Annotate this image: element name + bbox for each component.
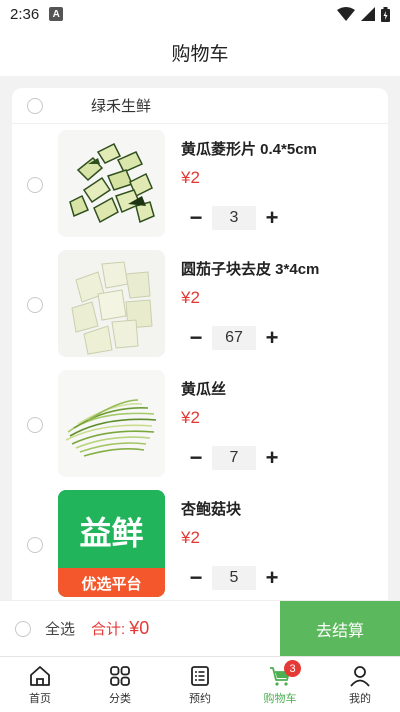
tab-label: 首页 — [29, 692, 51, 705]
increase-button[interactable]: + — [262, 205, 282, 230]
item-price: ¥2 — [181, 288, 200, 307]
bottom-tab-bar: 首页 分类 预约 购物车 3 我的 — [0, 656, 400, 712]
reservation-icon — [191, 665, 209, 686]
tab-home[interactable]: 首页 — [0, 657, 80, 712]
item-name: 圆茄子块去皮 3*4cm — [181, 261, 320, 278]
tab-label: 购物车 — [263, 692, 297, 705]
item-price: ¥2 — [181, 528, 200, 547]
quantity-stepper: − 7 + — [186, 445, 282, 470]
tab-label: 分类 — [109, 692, 131, 705]
notification-icon: A — [49, 7, 64, 21]
item-select-radio[interactable] — [27, 417, 43, 433]
item-name: 杏鲍菇块 — [181, 501, 242, 518]
page-title-bar: 购物车 — [0, 28, 400, 76]
quantity-value[interactable]: 67 — [212, 326, 256, 350]
product-image[interactable] — [58, 370, 165, 477]
quantity-stepper: − 5 + — [186, 565, 282, 590]
item-select-radio[interactable] — [27, 537, 43, 553]
eggplant-cubes-picture — [58, 250, 165, 357]
cucumber-slices-picture — [58, 130, 165, 237]
decrease-button[interactable]: − — [186, 445, 206, 470]
store-name: 绿禾生鲜 — [91, 98, 152, 115]
home-icon — [30, 665, 50, 686]
signal-icon — [361, 7, 375, 21]
tab-category[interactable]: 分类 — [80, 657, 160, 712]
item-name: 黄瓜丝 — [181, 381, 227, 398]
svg-text:优选平台: 优选平台 — [81, 575, 141, 593]
product-image[interactable]: 益鲜 优选平台 — [58, 490, 165, 597]
decrease-button[interactable]: − — [186, 325, 206, 350]
cart-item: 黄瓜丝 ¥2 − 7 + — [12, 368, 388, 478]
decrease-button[interactable]: − — [186, 565, 206, 590]
checkout-button[interactable]: 去结算 — [280, 601, 400, 657]
brand-logo: 益鲜 优选平台 — [58, 490, 165, 597]
quantity-value[interactable]: 3 — [212, 206, 256, 230]
select-all-label[interactable]: 全选 — [45, 618, 75, 639]
select-all-radio[interactable] — [15, 620, 31, 637]
tab-label: 预约 — [189, 692, 211, 705]
item-select-radio[interactable] — [27, 177, 43, 193]
tab-label: 我的 — [349, 692, 371, 705]
cart-item: 圆茄子块去皮 3*4cm ¥2 − 67 + — [12, 248, 388, 358]
tab-reservation[interactable]: 预约 — [160, 657, 240, 712]
store-row: 绿禾生鲜 — [12, 88, 388, 124]
cart-list: 绿禾生鲜 黄瓜菱形片 0.4*5cm ¥2 − 3 + 圆茄子块去皮 3*4cm… — [12, 88, 388, 608]
tab-cart[interactable]: 购物车 3 — [240, 657, 320, 712]
item-price: ¥2 — [181, 168, 200, 187]
wifi-icon — [337, 7, 355, 21]
decrease-button[interactable]: − — [186, 205, 206, 230]
profile-icon — [350, 665, 370, 687]
increase-button[interactable]: + — [262, 565, 282, 590]
store-select-radio[interactable] — [27, 97, 43, 114]
increase-button[interactable]: + — [262, 445, 282, 470]
quantity-stepper: − 67 + — [186, 325, 282, 350]
product-image[interactable] — [58, 250, 165, 357]
svg-text:益鲜: 益鲜 — [79, 514, 143, 552]
total-label: 合计: — [91, 621, 126, 638]
item-name: 黄瓜菱形片 0.4*5cm — [181, 141, 317, 158]
cart-item: 黄瓜菱形片 0.4*5cm ¥2 − 3 + — [12, 128, 388, 238]
increase-button[interactable]: + — [262, 325, 282, 350]
status-bar: 2:36 A — [0, 0, 400, 28]
category-icon — [110, 665, 130, 686]
cucumber-shreds-picture — [58, 370, 165, 477]
quantity-value[interactable]: 7 — [212, 446, 256, 470]
product-image[interactable] — [58, 130, 165, 237]
item-select-radio[interactable] — [27, 297, 43, 313]
quantity-stepper: − 3 + — [186, 205, 282, 230]
tab-profile[interactable]: 我的 — [320, 657, 400, 712]
status-time: 2:36 — [10, 5, 40, 23]
cart-count-badge: 3 — [284, 660, 301, 677]
quantity-value[interactable]: 5 — [212, 566, 256, 590]
checkout-bar: 全选 合计: ¥0 去结算 — [0, 600, 400, 657]
item-price: ¥2 — [181, 408, 200, 427]
page-title: 购物车 — [171, 43, 229, 65]
cart-item: 益鲜 优选平台 杏鲍菇块 ¥2 − 5 + — [12, 488, 388, 598]
battery-icon — [381, 6, 390, 22]
total-value: ¥0 — [129, 618, 150, 638]
